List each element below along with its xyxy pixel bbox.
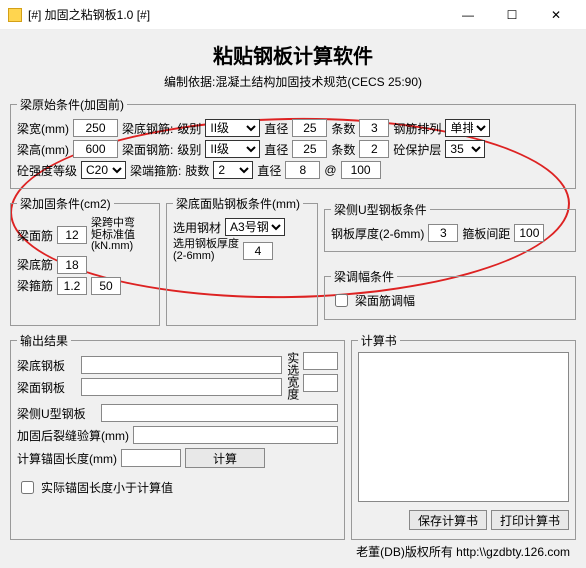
group-output-legend: 输出结果 [17,332,71,349]
num-label-2: 条数 [331,141,355,158]
uplate-thick-input[interactable] [428,224,458,242]
window-title: [#] 加固之粘钢板1.0 [#] [28,6,446,23]
minimize-button[interactable]: — [446,1,490,29]
bot-reinf-input[interactable] [57,256,87,274]
print-calc-button[interactable]: 打印计算书 [491,510,569,530]
adjust-checkbox[interactable] [335,294,348,307]
anchor-cb-label: 实际锚固长度小于计算值 [41,479,173,496]
legs-label: 肢数 [185,162,209,179]
group-uplate: 梁侧U型钢板条件 钢板厚度(2-6mm) 箍板间距 [324,201,576,252]
beam-height-label: 梁高(mm) [17,141,69,158]
concrete-grade-select[interactable]: C20 [81,161,126,179]
close-button[interactable]: ✕ [534,1,578,29]
dia-label-2: 直径 [264,141,288,158]
group-adjust-legend: 梁调幅条件 [331,268,397,285]
top-reinf-label: 梁面筋 [17,227,53,244]
beam-width-label: 梁宽(mm) [17,120,69,137]
top-reinf-input[interactable] [57,226,87,244]
bottom-dia-input[interactable] [292,119,327,137]
footer-text: 老董(DB)版权所有 http:\\gzdbty.126.com [10,540,576,560]
real-width-2[interactable] [303,374,338,392]
stirrup-label: 梁端箍筋: [130,162,181,179]
group-adjust: 梁调幅条件 梁面筋调幅 [324,268,576,320]
cover-label: 砼保护层 [393,141,441,158]
legs-select[interactable]: 2 [213,161,253,179]
out-r2-input[interactable] [81,378,282,396]
titlebar: [#] 加固之粘钢板1.0 [#] — ☐ ✕ [0,0,586,30]
dia-label-3: 直径 [257,162,281,179]
out-r5-input[interactable] [121,449,181,467]
face-grade-select[interactable]: II级 [205,140,260,158]
app-title: 粘贴钢板计算软件 [10,36,576,69]
real-width-1[interactable] [303,352,338,370]
steel-type-label: 选用钢材 [173,219,221,236]
out-r3-label: 梁侧U型钢板 [17,405,97,422]
stir-reinf-input-2[interactable] [91,277,121,295]
grade-label-2: 级别 [177,141,201,158]
bottom-num-input[interactable] [359,119,389,137]
group-reinforce: 梁加固条件(cm2) 梁面筋 梁跨中弯 矩标准值 (kN.mm) 梁底筋 梁箍筋 [10,195,160,326]
group-output: 输出结果 梁底钢板 梁面钢板 实选宽度 [10,332,345,540]
dia-label-1: 直径 [264,120,288,137]
bottom-grade-select[interactable]: II级 [205,119,260,137]
face-steel-label: 梁面钢筋: [122,141,173,158]
real-width-label: 实选宽度 [286,352,299,400]
face-num-input[interactable] [359,140,389,158]
concrete-grade-label: 砼强度等级 [17,162,77,179]
out-r1-input[interactable] [81,356,282,374]
group-original: 梁原始条件(加固前) 梁宽(mm) 梁底钢筋: 级别 II级 直径 条数 钢筋排… [10,96,576,189]
group-original-legend: 梁原始条件(加固前) [17,96,127,113]
uplate-space-input[interactable] [514,224,544,242]
arrange-select[interactable]: 单排 [445,119,490,137]
app-icon [8,8,22,22]
out-r4-input[interactable] [133,426,338,444]
bottom-steel-label: 梁底钢筋: [122,120,173,137]
out-r2-label: 梁面钢板 [17,379,77,396]
arrange-label: 钢筋排列 [393,120,441,137]
stirrup-space-input[interactable] [341,161,381,179]
adjust-cb-label: 梁面筋调幅 [355,292,415,309]
group-plate: 梁底面贴钢板条件(mm) 选用钢材 A3号钢 选用钢板厚度 (2-6mm) [166,195,318,326]
calc-textarea[interactable] [358,352,569,502]
stirrup-dia-input[interactable] [285,161,320,179]
steel-type-select[interactable]: A3号钢 [225,218,285,236]
grade-label-1: 级别 [177,120,201,137]
at-label: @ [324,163,336,177]
group-plate-legend: 梁底面贴钢板条件(mm) [173,195,303,212]
uplate-thick-label: 钢板厚度(2-6mm) [331,225,424,242]
cover-select[interactable]: 35 [445,140,485,158]
out-r4-label: 加固后裂缝验算(mm) [17,427,129,444]
plate-thick-label: 选用钢板厚度 (2-6mm) [173,239,239,262]
bot-reinf-label: 梁底筋 [17,256,53,273]
maximize-button[interactable]: ☐ [490,1,534,29]
group-calc: 计算书 保存计算书 打印计算书 [351,332,576,540]
app-subtitle: 编制依据:混凝土结构加固技术规范(CECS 25:90) [10,73,576,90]
group-calc-legend: 计算书 [358,332,400,349]
face-dia-input[interactable] [292,140,327,158]
moment-label: 梁跨中弯 矩标准值 (kN.mm) [91,218,135,253]
plate-thick-input[interactable] [243,242,273,260]
anchor-checkbox[interactable] [21,481,34,494]
out-r3-input[interactable] [101,404,338,422]
uplate-space-label: 箍板间距 [462,225,510,242]
out-r5-label: 计算锚固长度(mm) [17,450,117,467]
save-calc-button[interactable]: 保存计算书 [409,510,487,530]
num-label-1: 条数 [331,120,355,137]
calculate-button[interactable]: 计算 [185,448,265,468]
stir-reinf-label: 梁箍筋 [17,277,53,294]
beam-height-input[interactable] [73,140,118,158]
group-uplate-legend: 梁侧U型钢板条件 [331,201,430,218]
stir-reinf-input[interactable] [57,277,87,295]
out-r1-label: 梁底钢板 [17,357,77,374]
group-reinforce-legend: 梁加固条件(cm2) [17,195,114,212]
beam-width-input[interactable] [73,119,118,137]
